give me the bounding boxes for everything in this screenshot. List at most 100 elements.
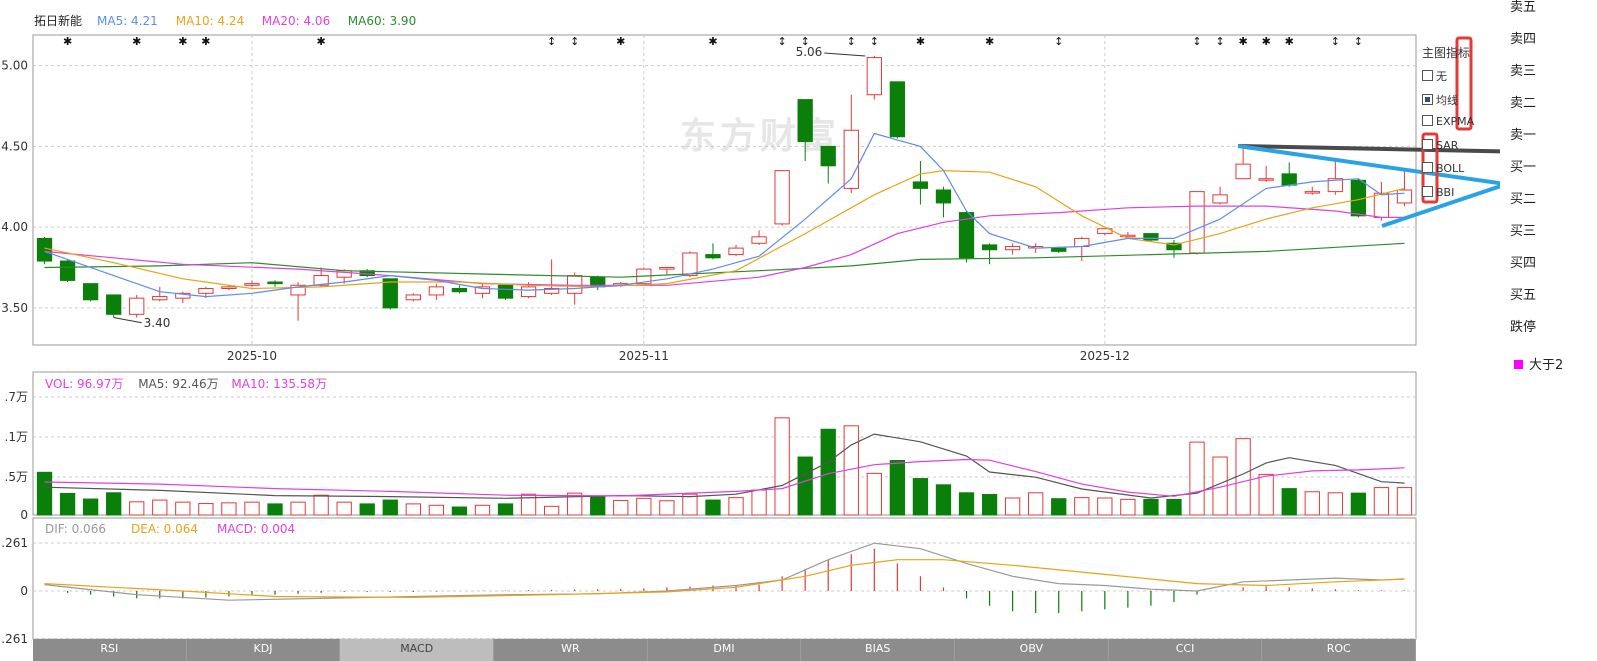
checkbox-icon[interactable] (1422, 70, 1433, 81)
candle-body[interactable] (1143, 233, 1159, 241)
volume-bar[interactable] (1074, 497, 1090, 516)
volume-bar[interactable] (1350, 492, 1367, 516)
tab-bias[interactable]: BIAS (801, 639, 956, 661)
macd-panel[interactable]: .261 0 .261 (1, 517, 1417, 646)
volume-bar[interactable] (451, 506, 468, 516)
candle-body[interactable] (244, 283, 260, 286)
checkbox-icon[interactable] (1422, 138, 1433, 150)
candle-body[interactable] (1189, 191, 1205, 254)
candle-body[interactable] (797, 99, 813, 143)
volume-bar[interactable] (866, 472, 882, 516)
volume-bar[interactable] (935, 484, 952, 516)
volume-bar[interactable] (267, 503, 283, 516)
candle-body[interactable] (935, 189, 952, 204)
candle-body[interactable] (221, 286, 237, 289)
tab-dmi[interactable]: DMI (648, 639, 802, 661)
candle-body[interactable] (106, 294, 122, 315)
checkbox-checked-icon[interactable] (1422, 93, 1433, 105)
volume-bar[interactable] (106, 492, 122, 516)
volume-bar[interactable] (705, 499, 721, 516)
indicator-option[interactable]: 无 (1422, 68, 1447, 84)
candle-body[interactable] (567, 275, 583, 294)
volume-bar[interactable] (682, 493, 698, 516)
volume-bar[interactable] (36, 471, 53, 516)
candle-body[interactable] (198, 287, 214, 294)
candle-body[interactable] (705, 254, 721, 259)
indicator-option[interactable]: EXPMA (1422, 115, 1474, 128)
volume-bar[interactable] (958, 492, 975, 516)
checkbox-icon[interactable] (1422, 115, 1433, 126)
volume-bar[interactable] (1004, 497, 1021, 516)
volume-bar[interactable] (613, 499, 629, 516)
candle-body[interactable] (820, 145, 836, 167)
volume-bar[interactable] (221, 502, 237, 516)
volume-panel[interactable]: .7万 .1万 .5万 0 (5, 371, 1417, 522)
volume-bar[interactable] (1258, 473, 1274, 516)
candle-body[interactable] (1304, 191, 1320, 194)
candle-body[interactable] (82, 283, 99, 301)
tab-obv[interactable]: OBV (955, 639, 1109, 661)
volume-bar[interactable] (1281, 488, 1297, 516)
volume-bar[interactable] (543, 505, 560, 516)
tab-cci[interactable]: CCI (1109, 639, 1263, 661)
volume-bar[interactable] (175, 501, 191, 516)
volume-bar[interactable] (497, 503, 514, 516)
candle-body[interactable] (451, 287, 468, 293)
candle-body[interactable] (152, 296, 168, 301)
volume-bar[interactable] (405, 503, 421, 516)
volume-bar[interactable] (336, 501, 352, 516)
volume-bar[interactable] (59, 492, 76, 516)
volume-bar[interactable] (428, 504, 445, 516)
candle-body[interactable] (1235, 163, 1251, 180)
candle-body[interactable] (267, 281, 283, 285)
candle-body[interactable] (1258, 178, 1274, 181)
candle-body[interactable] (751, 236, 767, 244)
volume-bar[interactable] (1235, 438, 1251, 516)
candle-body[interactable] (428, 286, 445, 296)
candle-body[interactable] (912, 181, 929, 189)
volume-bar[interactable] (912, 478, 929, 516)
volume-bar[interactable] (1097, 497, 1113, 516)
volume-bar[interactable] (889, 460, 906, 516)
tab-wr[interactable]: WR (494, 639, 648, 661)
volume-bar[interactable] (751, 489, 767, 516)
volume-bar[interactable] (313, 494, 329, 516)
candle-body[interactable] (682, 252, 698, 277)
volume-bar[interactable] (1143, 498, 1159, 516)
filter-row[interactable]: 大于2 (1514, 354, 1563, 373)
volume-bar[interactable] (1166, 498, 1182, 516)
volume-bar[interactable] (382, 499, 398, 516)
candle-body[interactable] (1281, 173, 1297, 186)
volume-bar[interactable] (728, 497, 744, 516)
volume-bar[interactable] (981, 494, 998, 516)
volume-bar[interactable] (590, 496, 606, 516)
volume-bar[interactable] (774, 417, 790, 516)
tab-rsi[interactable]: RSI (33, 639, 187, 661)
volume-bar[interactable] (1028, 492, 1044, 516)
volume-bar[interactable] (152, 499, 168, 516)
candle-body[interactable] (59, 260, 76, 281)
indicator-option[interactable]: BBI (1422, 185, 1454, 199)
volume-bar[interactable] (1051, 498, 1067, 516)
volume-bar[interactable] (82, 498, 99, 516)
indicator-option[interactable]: SAR (1422, 138, 1458, 152)
volume-bar[interactable] (797, 456, 813, 516)
indicator-option[interactable]: 均线 (1422, 92, 1458, 108)
volume-bar[interactable] (1396, 487, 1413, 516)
candle-body[interactable] (129, 297, 145, 315)
candle-body[interactable] (1004, 246, 1021, 251)
candle-body[interactable] (659, 267, 675, 270)
candle-body[interactable] (1373, 192, 1390, 218)
main-chart-panel[interactable]: 5.00 4.50 4.00 3.50 2025-10 2025-11 2025-12 ✱ ✱ ✱… (1, 34, 1417, 363)
tab-roc[interactable]: ROC (1262, 639, 1417, 661)
candle-body[interactable] (1396, 189, 1413, 204)
volume-bar[interactable] (1373, 487, 1390, 516)
candle-body[interactable] (866, 57, 882, 96)
volume-bar[interactable] (1327, 492, 1343, 516)
volume-bar[interactable] (198, 503, 214, 516)
candle-body[interactable] (981, 244, 998, 251)
candle-body[interactable] (497, 284, 514, 299)
volume-bar[interactable] (1189, 441, 1205, 516)
volume-bar[interactable] (129, 501, 145, 516)
volume-bar[interactable] (474, 504, 491, 516)
